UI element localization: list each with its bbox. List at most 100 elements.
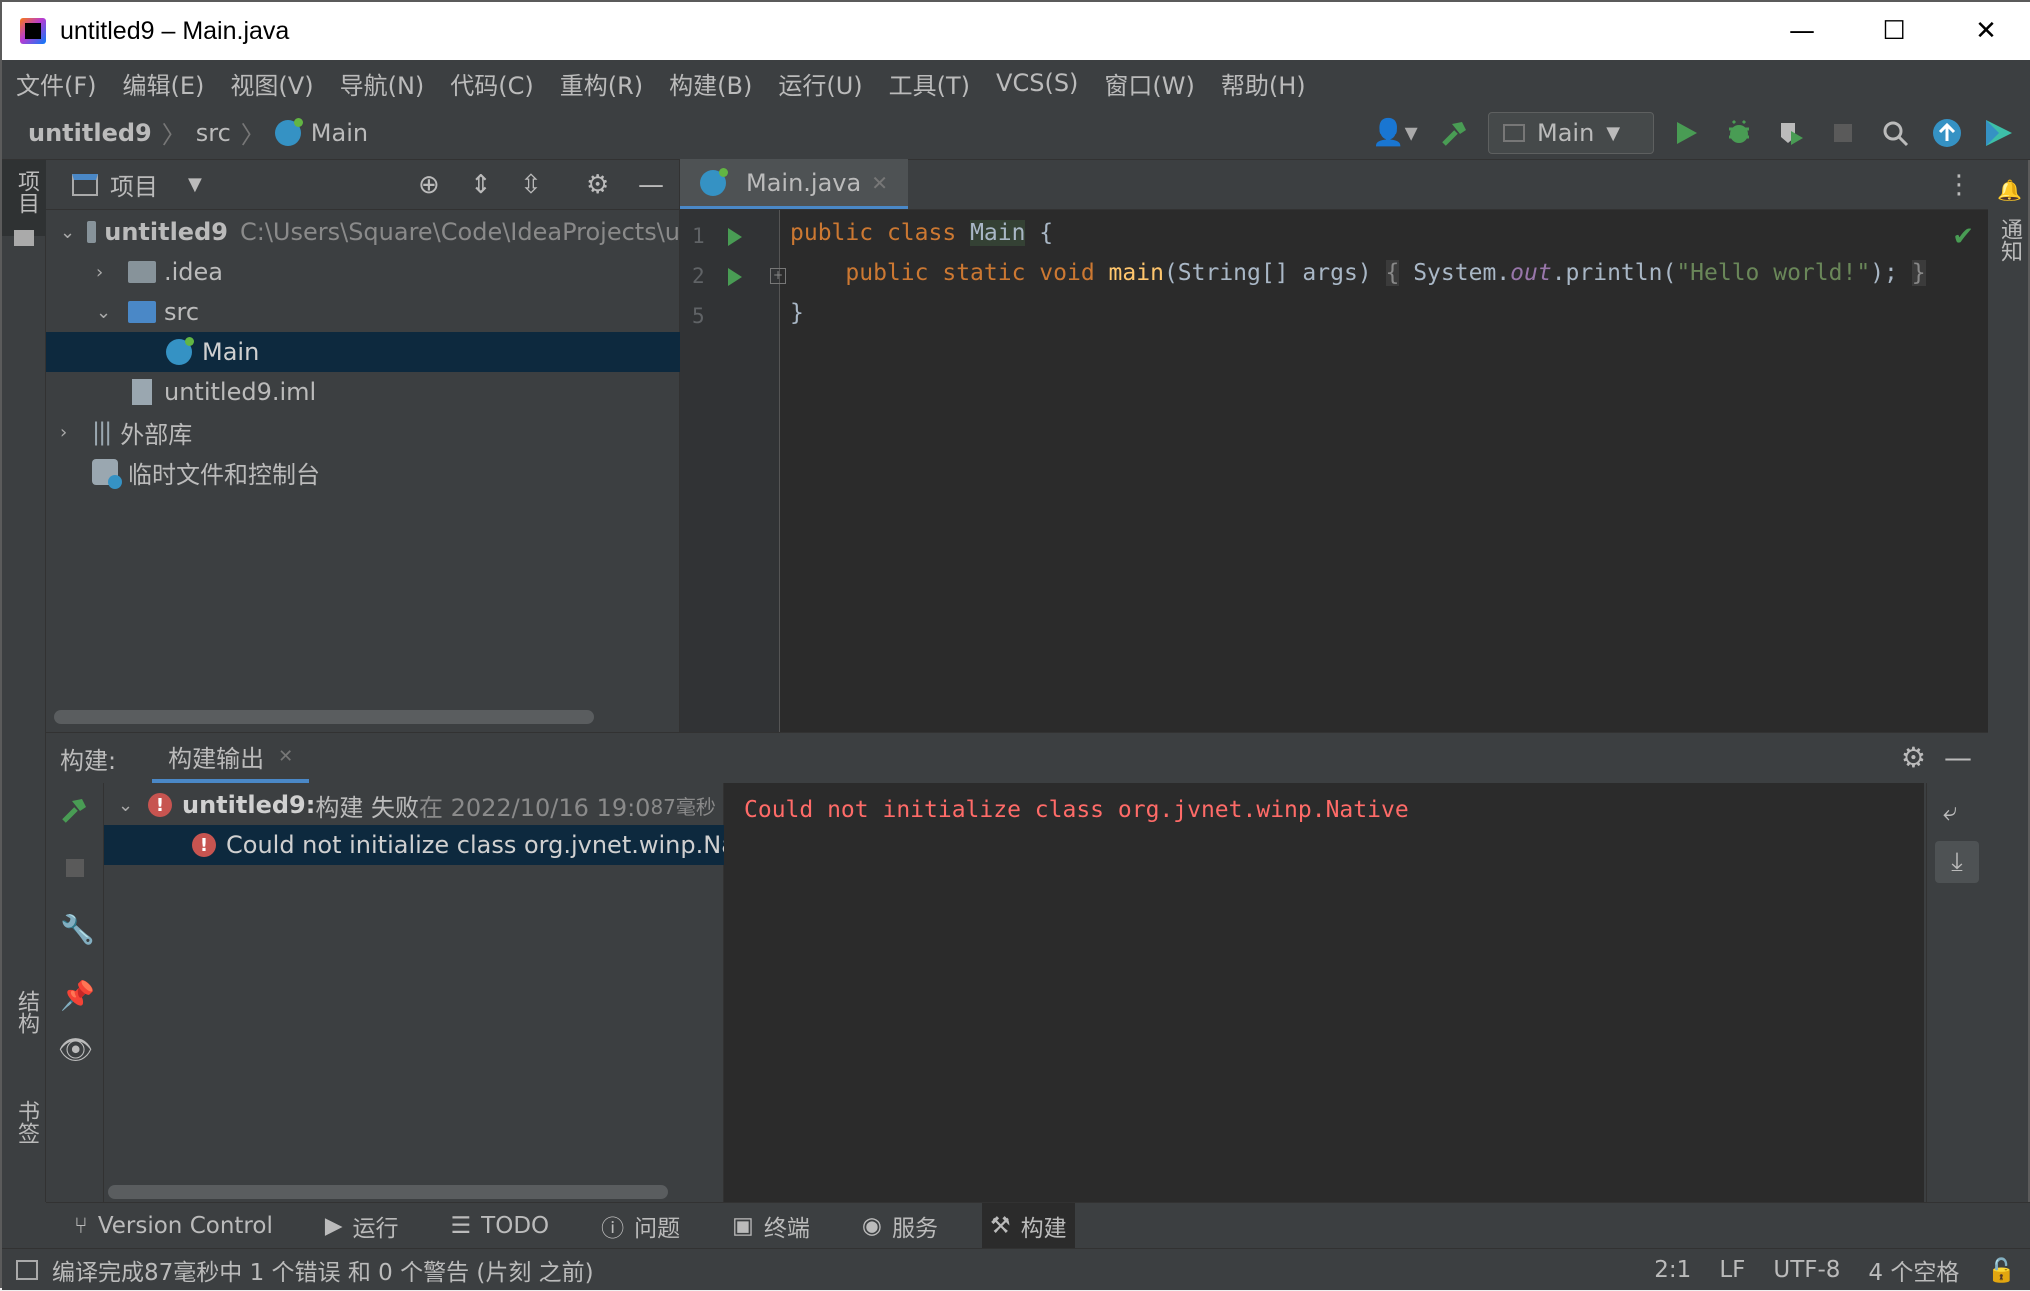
user-icon[interactable]: 👤▾	[1368, 114, 1422, 152]
search-icon[interactable]	[1876, 114, 1914, 152]
bell-icon: 🔔	[1997, 178, 2022, 202]
status-bar: 编译完成87毫秒中 1 个错误 和 0 个警告 (片刻 之前) 2:1 LF U…	[2, 1248, 2030, 1290]
collapse-all-icon[interactable]: ⇳	[520, 170, 542, 200]
breadcrumb-folder[interactable]: src	[196, 119, 231, 147]
build-tree-root[interactable]: ⌄ ! untitled9: 构建 失败 在 2022/10/16 19:0 8…	[104, 785, 724, 825]
tree-item-untitled9[interactable]: ⌄ untitled9 C:\Users\Square\Code\IdeaPro…	[46, 212, 680, 252]
code-line-1[interactable]: public class Main {	[790, 220, 1053, 246]
structure-tab-label: 结构	[14, 990, 39, 1034]
minimize-button[interactable]: —	[1756, 2, 1848, 60]
run-configuration-select[interactable]: Main ▼	[1488, 112, 1654, 154]
menu-bar: 文件(F) 编辑(E) 视图(V) 导航(N) 代码(C) 重构(R) 构建(B…	[2, 60, 2030, 106]
tab-label: 构建输出	[168, 744, 265, 773]
maximize-button[interactable]: ☐	[1848, 2, 1940, 60]
menu-vcs[interactable]: VCS(S)	[996, 69, 1078, 97]
tree-item-scratches[interactable]: 临时文件和控制台	[46, 452, 680, 492]
tool-window-problems[interactable]: ⓘ 问题	[593, 1203, 688, 1249]
window-title: untitled9 – Main.java	[60, 16, 290, 45]
eye-icon[interactable]: 👁	[58, 1033, 94, 1066]
wrench-icon[interactable]: 🔧	[60, 913, 95, 946]
run-gutter-icon[interactable]	[728, 228, 742, 246]
scroll-to-end-icon[interactable]: ⤓	[1935, 841, 1979, 883]
gear-icon[interactable]: ⚙	[1901, 741, 1926, 774]
breadcrumb-file[interactable]: Main	[311, 119, 368, 147]
soft-wrap-icon[interactable]: ⤶	[1943, 797, 1958, 828]
tree-item-main[interactable]: Main	[46, 332, 680, 372]
panel-toggle-icon[interactable]	[16, 1259, 38, 1280]
update-icon[interactable]	[1928, 114, 1966, 152]
tree-item-src[interactable]: ⌄ src	[46, 292, 680, 332]
code-with-me-icon[interactable]	[1980, 114, 2018, 152]
run-with-coverage-icon[interactable]	[1772, 114, 1810, 152]
more-options-icon[interactable]: ⋮	[1946, 170, 1972, 200]
run-gutter-icon[interactable]	[728, 268, 742, 286]
notifications-tool-tab[interactable]: 🔔 通知	[1985, 170, 2029, 270]
breadcrumb-project[interactable]: untitled9	[28, 119, 152, 147]
intellij-logo-icon	[20, 18, 46, 44]
caret-position[interactable]: 2:1	[1654, 1257, 1691, 1283]
close-icon[interactable]: ✕	[871, 171, 888, 195]
tool-window-version-control[interactable]: ⑂ Version Control	[66, 1203, 281, 1249]
tool-window-terminal[interactable]: ▣ 终端	[724, 1203, 818, 1249]
run-icon[interactable]	[1668, 114, 1706, 152]
build-error-item[interactable]: ! Could not initialize class org.jvnet.w…	[104, 825, 724, 865]
chevron-right-icon: ›	[60, 421, 68, 443]
menu-run[interactable]: 运行(U)	[778, 66, 862, 101]
hide-icon[interactable]: —	[1944, 741, 1972, 774]
code-token: class	[886, 220, 957, 246]
inspection-ok-icon[interactable]: ✔	[1952, 222, 1974, 252]
tree-item-idea[interactable]: › .idea	[46, 252, 680, 292]
tool-window-build[interactable]: ⚒ 构建	[981, 1202, 1075, 1249]
tab-build-output[interactable]: 构建输出 ✕	[152, 733, 310, 783]
tool-window-todo[interactable]: ☰ TODO	[443, 1203, 558, 1249]
gear-icon[interactable]: ⚙	[586, 170, 609, 200]
fold-icon[interactable]: +	[770, 268, 786, 284]
tree-item-iml[interactable]: untitled9.iml	[46, 372, 680, 412]
indent-setting[interactable]: 4 个空格	[1868, 1253, 1959, 1287]
pin-icon[interactable]: 📌	[60, 979, 95, 1012]
file-encoding[interactable]: UTF-8	[1773, 1257, 1840, 1283]
project-panel-title[interactable]: 项目	[110, 167, 158, 202]
menu-code[interactable]: 代码(C)	[450, 66, 533, 101]
build-hammer-icon[interactable]	[1436, 114, 1474, 152]
tab-label: Main.java	[746, 168, 862, 197]
build-output-console[interactable]: Could not initialize class org.jvnet.win…	[724, 783, 1924, 1203]
hide-icon[interactable]: —	[638, 170, 664, 200]
stop-icon[interactable]	[66, 859, 84, 877]
project-tool-tab[interactable]: 项目	[2, 160, 46, 246]
menu-refactor[interactable]: 重构(R)	[560, 66, 643, 101]
code-line-2[interactable]: public static void main(String[] args) {…	[790, 260, 1926, 286]
horizontal-scrollbar[interactable]	[108, 1185, 668, 1199]
menu-help[interactable]: 帮助(H)	[1221, 66, 1306, 101]
expand-all-icon[interactable]: ⇕	[470, 170, 492, 200]
menu-edit[interactable]: 编辑(E)	[123, 66, 205, 101]
status-message[interactable]: 编译完成87毫秒中 1 个错误 和 0 个警告 (片刻 之前)	[16, 1253, 594, 1287]
debug-icon[interactable]	[1720, 114, 1758, 152]
tool-window-services[interactable]: ◉ 服务	[854, 1203, 946, 1249]
stop-icon[interactable]	[1824, 114, 1862, 152]
tool-window-run[interactable]: ▶ 运行	[317, 1203, 407, 1249]
locate-icon[interactable]: ⊕	[418, 170, 440, 200]
line-separator[interactable]: LF	[1719, 1257, 1745, 1283]
menu-view[interactable]: 视图(V)	[230, 66, 313, 101]
bookmarks-tool-tab[interactable]: 书签	[2, 1100, 46, 1200]
menu-navigate[interactable]: 导航(N)	[340, 66, 425, 101]
play-icon: ▶	[324, 1212, 343, 1239]
close-button[interactable]: ✕	[1940, 2, 2030, 60]
menu-file[interactable]: 文件(F)	[16, 66, 97, 101]
close-icon[interactable]: ✕	[278, 746, 293, 767]
lock-icon[interactable]: 🔓	[1987, 1257, 2016, 1284]
chevron-right-icon: 〉	[240, 121, 265, 149]
chevron-down-icon[interactable]: ▼	[188, 174, 202, 195]
tab-main-java[interactable]: Main.java ✕	[680, 159, 908, 209]
menu-build[interactable]: 构建(B)	[669, 66, 752, 101]
menu-window[interactable]: 窗口(W)	[1104, 66, 1194, 101]
menu-tools[interactable]: 工具(T)	[889, 66, 970, 101]
structure-tool-tab[interactable]: 结构	[2, 990, 46, 1100]
horizontal-scrollbar[interactable]	[54, 710, 594, 724]
code-line-3[interactable]: }	[790, 300, 804, 326]
tool-window-label: 问题	[634, 1215, 681, 1242]
tree-item-external-libraries[interactable]: › ||| 外部库	[46, 412, 680, 452]
tool-window-label: Version Control	[97, 1212, 273, 1239]
rebuild-hammer-icon[interactable]	[60, 795, 90, 831]
